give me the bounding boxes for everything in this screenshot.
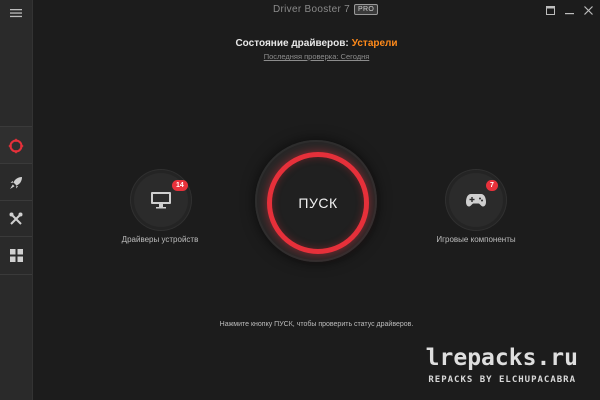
scan-button[interactable]: ПУСК: [267, 152, 369, 254]
monitor-icon: [151, 192, 171, 209]
menu-button[interactable]: [0, 0, 32, 126]
driver-status: Состояние драйверов: Устарели: [33, 38, 600, 49]
watermark-site: lrepacks.ru: [425, 345, 578, 371]
sidebar: [0, 0, 33, 400]
grid-icon: [9, 249, 23, 262]
sidebar-item-boost[interactable]: [0, 163, 32, 201]
pro-badge: PRO: [354, 4, 379, 15]
sidebar-item-tools[interactable]: [0, 200, 32, 237]
last-check-link[interactable]: Последняя проверка: Сегодня: [33, 52, 600, 61]
app-title: Driver Booster 7 PRO: [273, 4, 379, 15]
sidebar-item-action-center[interactable]: [0, 236, 32, 275]
titlebar: Driver Booster 7 PRO: [33, 0, 600, 20]
close-icon: [583, 5, 593, 15]
minimize-icon: [564, 12, 574, 14]
gamepad-icon: [466, 194, 486, 207]
scan-ring-icon: [8, 138, 24, 153]
restore-icon: [545, 5, 555, 15]
tools-icon: [9, 212, 23, 225]
status-label: Состояние драйверов:: [235, 38, 349, 49]
scan-button-outer: ПУСК: [255, 140, 377, 262]
main-panel: Driver Booster 7 PRO Состояние драйверов:…: [33, 0, 600, 400]
game-components-badge: 7: [486, 180, 498, 191]
game-components-label: Игровые компоненты: [436, 235, 516, 244]
minimize-button[interactable]: [561, 3, 577, 17]
status-value: Устарели: [351, 38, 398, 49]
device-drivers-badge: 14: [172, 180, 188, 191]
restore-button[interactable]: [542, 3, 558, 17]
hint-text: Нажмите кнопку ПУСК, чтобы проверить ста…: [219, 321, 414, 328]
scan-button-label: ПУСК: [298, 195, 338, 211]
app-title-text: Driver Booster 7: [273, 4, 351, 15]
rocket-icon: [10, 176, 22, 189]
sidebar-item-scan[interactable]: [0, 126, 32, 164]
watermark-credit: REPACKS BY ELCHUPACABRA: [428, 375, 576, 385]
close-button[interactable]: [580, 3, 596, 17]
device-drivers-label: Драйверы устройств: [121, 235, 199, 244]
hamburger-icon: [10, 9, 22, 18]
